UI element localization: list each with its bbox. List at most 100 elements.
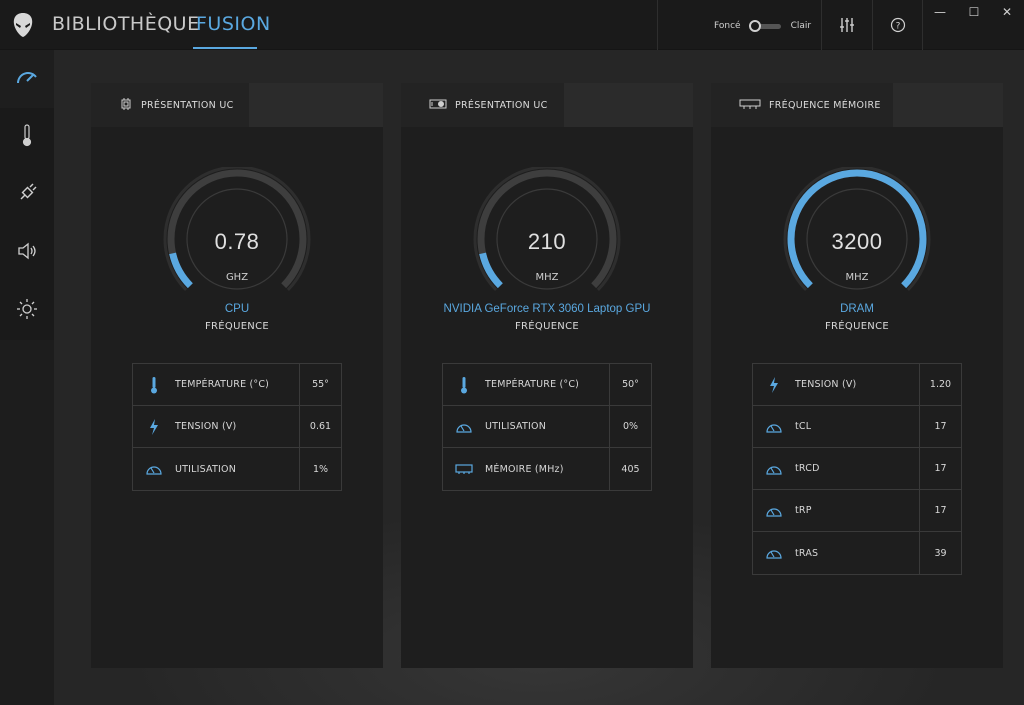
- power-plug-icon: [16, 182, 38, 208]
- close-button[interactable]: ✕: [997, 4, 1017, 20]
- svg-text:?: ?: [896, 22, 901, 32]
- stat-value: 0.61: [299, 405, 341, 448]
- graphics-card-icon: [429, 98, 447, 113]
- panel-tab[interactable]: PRÉSENTATION UC: [91, 83, 249, 127]
- panel-tab-spacer: [893, 83, 1003, 127]
- gauge-unit: GHZ: [225, 272, 249, 283]
- speaker-icon: [16, 241, 38, 265]
- sidebar-item-audio[interactable]: [0, 224, 54, 282]
- panel-tab[interactable]: PRÉSENTATION UC: [401, 83, 564, 127]
- gauge-value: 3200: [831, 229, 883, 254]
- theme-dark-label: Foncé: [714, 21, 741, 31]
- stats-table: TENSION (V) 1.20 tCL 17 tRCD 17 tRP 17 t…: [752, 363, 962, 575]
- stat-row: TEMPÉRATURE (°C) 55°: [133, 363, 341, 406]
- stat-value: 17: [919, 447, 961, 490]
- top-bar: BIBLIOTHÈQUE FUSION Foncé Clair ? — ☐ ✕: [0, 0, 1024, 50]
- gauge-icon: [753, 532, 795, 574]
- lightning-icon: [133, 406, 175, 448]
- stat-label: tCL: [795, 421, 812, 432]
- stat-label: MÉMOIRE (MHz): [485, 463, 564, 475]
- panel-title: PRÉSENTATION UC: [455, 99, 548, 111]
- active-tab-indicator: [193, 47, 257, 49]
- stat-row: TENSION (V) 1.20: [753, 363, 961, 406]
- stat-value: 0%: [609, 405, 651, 448]
- stat-value: 50°: [609, 363, 651, 406]
- thermometer-icon: [133, 364, 175, 406]
- gauge-icon: [133, 448, 175, 490]
- gauge-value: 0.78: [214, 229, 260, 254]
- stat-value: 17: [919, 489, 961, 532]
- stat-row: UTILISATION 0%: [443, 405, 651, 448]
- stat-row: TEMPÉRATURE (°C) 50°: [443, 363, 651, 406]
- stat-row: MÉMOIRE (MHz) 405: [443, 448, 651, 490]
- stats-table: TEMPÉRATURE (°C) 50° UTILISATION 0% MÉMO…: [442, 363, 652, 491]
- theme-toggle[interactable]: [748, 20, 783, 32]
- theme-switch[interactable]: Foncé Clair: [714, 18, 811, 34]
- sidebar-item-performance[interactable]: [0, 50, 54, 108]
- sidebar-item-power[interactable]: [0, 166, 54, 224]
- gpu-panel: PRÉSENTATION UC 210 MHZ NVIDIA GeForce R…: [401, 83, 693, 668]
- device-name: DRAM: [840, 303, 874, 315]
- sidebar-footer: [0, 340, 54, 705]
- tab-fusion[interactable]: FUSION: [196, 13, 271, 35]
- minimize-button[interactable]: —: [930, 4, 950, 20]
- stat-label: tRP: [795, 505, 812, 516]
- memory-module-icon: [739, 98, 761, 113]
- stat-label: TENSION (V): [175, 421, 237, 432]
- cpu-chip-icon: [119, 97, 133, 114]
- divider: [657, 0, 658, 50]
- stat-value: 405: [609, 448, 651, 490]
- brightness-icon: [15, 297, 39, 325]
- panel-title: FRÉQUENCE MÉMOIRE: [769, 99, 881, 111]
- gauge-icon: [753, 448, 795, 490]
- stat-row: tRP 17: [753, 489, 961, 532]
- device-name: CPU: [224, 303, 250, 315]
- stat-label: UTILISATION: [485, 421, 547, 432]
- panel-tab-spacer: [564, 83, 693, 127]
- tab-library[interactable]: BIBLIOTHÈQUE: [52, 13, 200, 35]
- maximize-button[interactable]: ☐: [964, 4, 984, 20]
- speedometer-icon: [15, 67, 39, 91]
- stat-value: 1.20: [919, 363, 961, 406]
- thermometer-icon: [443, 364, 485, 406]
- cpu-panel: PRÉSENTATION UC 0.78 GHZ CPU FRÉQUENCE T…: [91, 83, 383, 668]
- stat-label: tRCD: [795, 463, 820, 474]
- divider: [821, 0, 822, 50]
- alien-head-icon: [12, 12, 34, 38]
- thermometer-icon: [20, 123, 34, 151]
- divider: [922, 0, 923, 50]
- stat-label: UTILISATION: [175, 463, 237, 475]
- frequency-caption: FRÉQUENCE: [204, 321, 269, 332]
- device-name: NVIDIA GeForce RTX 3060 Laptop GPU: [443, 303, 651, 315]
- memory-panel: FRÉQUENCE MÉMOIRE 3200 MHZ DRAM FRÉQUENC…: [711, 83, 1003, 668]
- gauge-icon: [443, 406, 485, 448]
- sidebar: [0, 50, 54, 340]
- gauge-icon: [753, 406, 795, 448]
- sidebar-item-thermal[interactable]: [0, 108, 54, 166]
- panel-tab[interactable]: FRÉQUENCE MÉMOIRE: [711, 83, 893, 127]
- stat-row: tCL 17: [753, 405, 961, 448]
- stats-table: TEMPÉRATURE (°C) 55° TENSION (V) 0.61 UT…: [132, 363, 342, 491]
- divider: [872, 0, 873, 50]
- stat-row: UTILISATION 1%: [133, 448, 341, 490]
- panel-title: PRÉSENTATION UC: [141, 99, 234, 111]
- stat-row: tRAS 39: [753, 532, 961, 574]
- frequency-caption: FRÉQUENCE: [824, 321, 889, 332]
- sliders-icon[interactable]: [837, 15, 857, 35]
- stat-row: tRCD 17: [753, 447, 961, 490]
- sidebar-item-lighting[interactable]: [0, 282, 54, 340]
- gauge-icon: [753, 490, 795, 532]
- stat-label: tRAS: [795, 547, 819, 559]
- stat-value: 1%: [299, 448, 341, 490]
- stat-value: 17: [919, 405, 961, 448]
- panel-tab-spacer: [249, 83, 383, 127]
- stat-row: TENSION (V) 0.61: [133, 405, 341, 448]
- gauge-value: 210: [527, 229, 567, 254]
- frequency-caption: FRÉQUENCE: [514, 321, 579, 332]
- help-icon[interactable]: ?: [888, 15, 908, 35]
- gauge-unit: MHZ: [845, 272, 869, 283]
- lightning-icon: [753, 364, 795, 406]
- stat-label: TENSION (V): [795, 379, 857, 390]
- theme-light-label: Clair: [790, 21, 812, 31]
- stat-label: TEMPÉRATURE (°C): [175, 379, 270, 390]
